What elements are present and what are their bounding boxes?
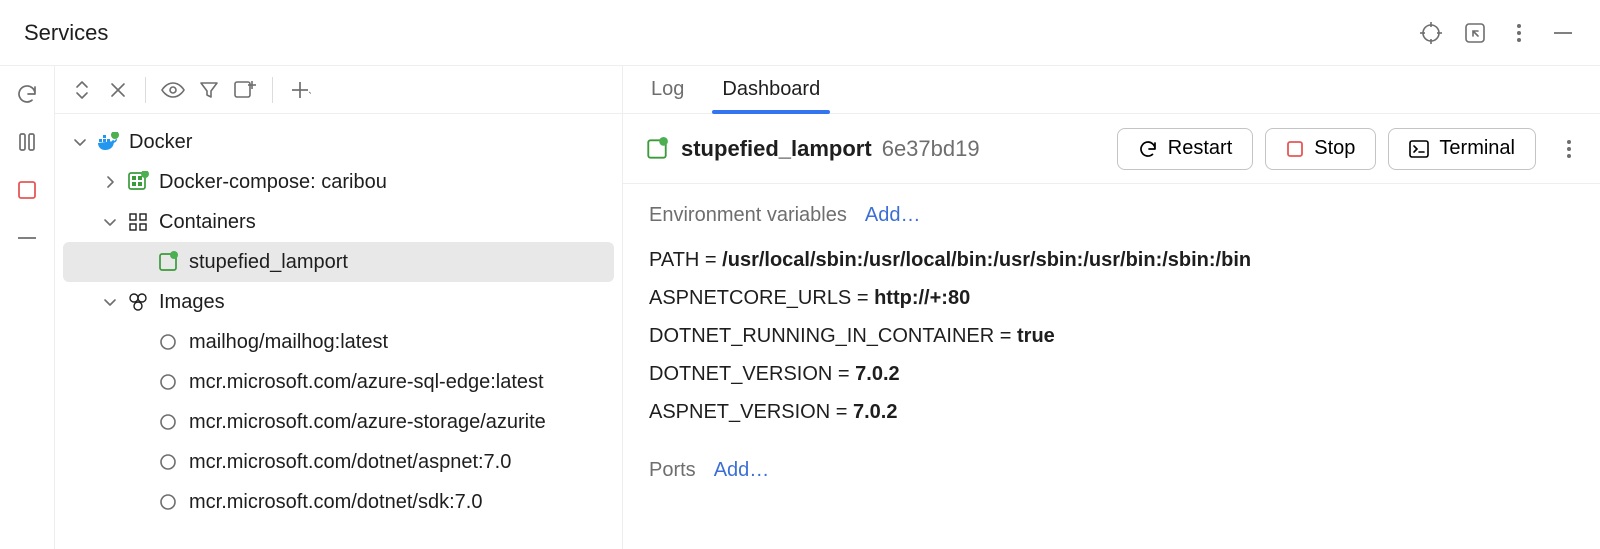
tree-node-compose[interactable]: Docker-compose: caribou xyxy=(55,162,622,202)
chevron-down-icon[interactable] xyxy=(99,213,121,231)
tree-node-label: mcr.microsoft.com/dotnet/sdk:7.0 xyxy=(189,491,482,514)
image-icon xyxy=(155,413,181,431)
filter-icon[interactable] xyxy=(196,77,222,103)
terminal-button[interactable]: Terminal xyxy=(1388,128,1536,170)
left-gutter xyxy=(0,66,55,549)
tree-node-images[interactable]: Images xyxy=(55,282,622,322)
detail-panel: Log Dashboard stupefied_lamport 6e37bd19… xyxy=(623,66,1600,549)
panel-header-actions xyxy=(1418,20,1576,46)
container-icon xyxy=(645,137,669,161)
compose-icon xyxy=(125,171,151,193)
more-icon[interactable] xyxy=(1556,136,1582,162)
image-icon xyxy=(155,333,181,351)
tree-node-image-item[interactable]: mcr.microsoft.com/azure-storage/azurite xyxy=(55,402,622,442)
add-icon[interactable] xyxy=(287,77,313,103)
close-icon[interactable] xyxy=(105,77,131,103)
more-icon[interactable] xyxy=(1506,20,1532,46)
detail-tabs: Log Dashboard xyxy=(623,66,1600,114)
env-var: PATH = /usr/local/sbin:/usr/local/bin:/u… xyxy=(649,241,1574,279)
tree-node-image-item[interactable]: mcr.microsoft.com/dotnet/sdk:7.0 xyxy=(55,482,622,522)
tab-log[interactable]: Log xyxy=(649,68,686,113)
restart-icon xyxy=(1138,139,1158,159)
service-tree[interactable]: Docker Docker-compose: caribou xyxy=(55,114,622,522)
new-container-icon[interactable] xyxy=(232,77,258,103)
tree-toolbar xyxy=(55,66,622,114)
separator xyxy=(272,77,273,103)
stop-icon xyxy=(1286,140,1304,158)
panel-header: Services xyxy=(0,0,1600,66)
tree-node-image-item[interactable]: mailhog/mailhog:latest xyxy=(55,322,622,362)
image-icon xyxy=(155,493,181,511)
stop-button[interactable]: Stop xyxy=(1265,128,1376,170)
button-label: Stop xyxy=(1314,137,1355,160)
env-var: ASPNET_VERSION = 7.0.2 xyxy=(649,393,1574,431)
button-label: Restart xyxy=(1168,137,1232,160)
env-var: DOTNET_VERSION = 7.0.2 xyxy=(649,355,1574,393)
image-icon xyxy=(155,373,181,391)
visibility-icon[interactable] xyxy=(160,77,186,103)
detail-body: Environment variables Add… PATH = /usr/l… xyxy=(623,184,1600,549)
ports-section-title: Ports xyxy=(649,459,696,482)
image-icon xyxy=(155,453,181,471)
tree-node-label: stupefied_lamport xyxy=(189,251,348,274)
collapse-icon[interactable] xyxy=(1462,20,1488,46)
env-var: DOTNET_RUNNING_IN_CONTAINER = true xyxy=(649,317,1574,355)
tree-node-label: mcr.microsoft.com/azure-sql-edge:latest xyxy=(189,371,544,394)
chevron-right-icon[interactable] xyxy=(99,173,121,191)
container-icon xyxy=(155,251,181,273)
chevron-down-icon[interactable] xyxy=(69,133,91,151)
tree-node-label: mailhog/mailhog:latest xyxy=(189,331,388,354)
env-var: ASPNETCORE_URLS = http://+:80 xyxy=(649,279,1574,317)
detail-header: stupefied_lamport 6e37bd19 Restart Stop … xyxy=(623,114,1600,184)
ports-add-link[interactable]: Add… xyxy=(714,459,770,482)
tree-node-label: Containers xyxy=(159,211,256,234)
tree-node-label: Images xyxy=(159,291,225,314)
docker-icon xyxy=(95,132,121,152)
separator xyxy=(145,77,146,103)
tree-node-label: mcr.microsoft.com/azure-storage/azurite xyxy=(189,411,546,434)
target-icon[interactable] xyxy=(1418,20,1444,46)
tree-node-image-item[interactable]: mcr.microsoft.com/dotnet/aspnet:7.0 xyxy=(55,442,622,482)
env-section-title: Environment variables xyxy=(649,204,847,227)
expand-collapse-icon[interactable] xyxy=(69,77,95,103)
panel-title: Services xyxy=(24,20,108,46)
tree-node-docker[interactable]: Docker xyxy=(55,122,622,162)
tree-node-containers[interactable]: Containers xyxy=(55,202,622,242)
minimize-icon[interactable] xyxy=(1550,20,1576,46)
tree-node-label: mcr.microsoft.com/dotnet/aspnet:7.0 xyxy=(189,451,511,474)
images-icon xyxy=(125,292,151,312)
container-name: stupefied_lamport xyxy=(681,136,872,162)
env-list: PATH = /usr/local/sbin:/usr/local/bin:/u… xyxy=(649,241,1574,431)
container-hash: 6e37bd19 xyxy=(882,136,980,162)
minimize-gutter-icon[interactable] xyxy=(14,225,40,251)
tab-dashboard[interactable]: Dashboard xyxy=(720,68,822,113)
pause-icon[interactable] xyxy=(14,129,40,155)
tree-node-container-item[interactable]: stupefied_lamport xyxy=(63,242,614,282)
tree-node-image-item[interactable]: mcr.microsoft.com/azure-sql-edge:latest xyxy=(55,362,622,402)
button-label: Terminal xyxy=(1439,137,1515,160)
restart-button[interactable]: Restart xyxy=(1117,128,1253,170)
env-add-link[interactable]: Add… xyxy=(865,204,921,227)
chevron-down-icon[interactable] xyxy=(99,293,121,311)
refresh-icon[interactable] xyxy=(14,81,40,107)
stop-icon[interactable] xyxy=(14,177,40,203)
tree-panel: Docker Docker-compose: caribou xyxy=(55,66,623,549)
tree-node-label: Docker xyxy=(129,131,192,154)
containers-icon xyxy=(125,212,151,232)
tree-node-label: Docker-compose: caribou xyxy=(159,171,387,194)
terminal-icon xyxy=(1409,140,1429,158)
